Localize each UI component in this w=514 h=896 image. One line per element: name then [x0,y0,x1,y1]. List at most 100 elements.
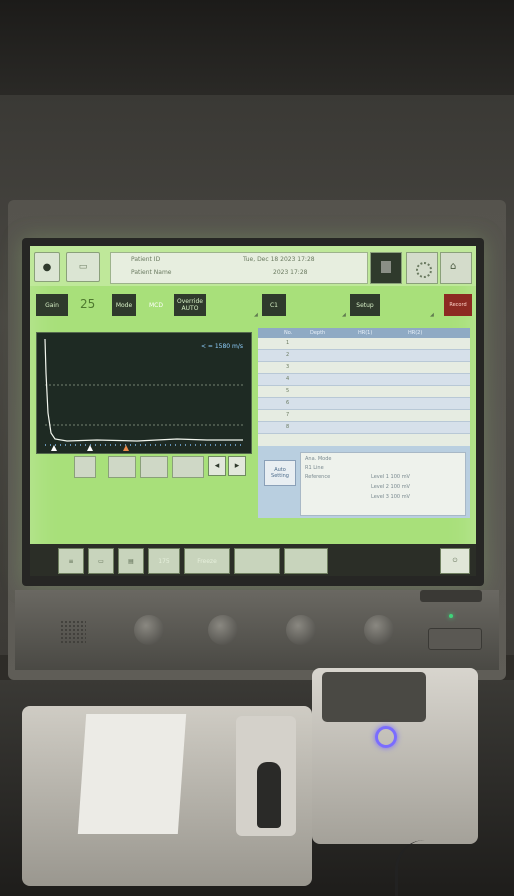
freeze-button[interactable]: Freeze [184,548,230,574]
speaker-grille [60,620,86,644]
table-row[interactable]: 2 [258,350,470,362]
row-index: 2 [286,352,290,358]
setup-button[interactable]: Setup [350,294,380,316]
control-tile-2[interactable] [108,456,136,478]
prev-button[interactable]: ◂ [208,456,226,476]
table-header-cell: HR(2) [408,330,423,336]
corner-tag: ◢ [342,312,346,318]
control-tile-1[interactable] [74,456,96,478]
detail-line: Ana. Mode [305,456,332,462]
details-panel: Auto Setting Ana. Mode R1 Line Reference… [258,446,470,518]
menu-icon: ≡ [68,557,74,565]
control-knob-1[interactable] [134,615,164,645]
settings-button[interactable] [406,252,438,284]
bottom-button-blank[interactable] [234,548,280,574]
table-row[interactable]: 5 [258,386,470,398]
table-row[interactable]: 6 [258,398,470,410]
gain-value: 25 [80,297,96,311]
power-button[interactable]: ⏻ [440,548,470,574]
row-index: 7 [286,412,290,418]
patient-line: Patient ID [131,256,161,263]
top-bar: ● ▭ Patient ID Patient Name Tue, Dec 18 … [30,246,476,286]
details-box: Ana. Mode R1 Line Reference Level 1 100 … [300,452,466,516]
control-tile-4[interactable] [172,456,204,478]
bottom-button-extra[interactable] [284,548,328,574]
profile-button[interactable]: ▭ [66,252,100,282]
mode-button[interactable]: Mode [112,294,136,316]
corner-tag: ◢ [254,312,258,318]
control-knob-2[interactable] [208,615,238,645]
table-header-cell: HR(1) [358,330,373,336]
arrow-left-icon: ◂ [214,461,220,471]
archive-button[interactable]: ▭ [88,548,114,574]
printer-icon [381,261,391,273]
row-index: 5 [286,388,290,394]
waveform-plot [44,338,243,451]
marker-middle [87,445,93,451]
exit-button[interactable]: ⌂ [440,252,472,284]
row-index: 4 [286,376,290,382]
paper-tape [77,714,187,834]
date-line: Tue, Dec 18 2023 17:28 [243,256,315,263]
table-header-cell: Depth [310,330,326,336]
next-button[interactable]: ▸ [228,456,246,476]
mode-value: MCD [149,301,163,309]
table-row[interactable]: 7 [258,410,470,422]
print-button[interactable]: ▤ [118,548,144,574]
row-index: 8 [286,424,290,430]
gear-icon [416,262,432,278]
name-line: Patient Name [131,269,172,276]
gain-button[interactable]: Gain [36,294,68,316]
c1-button[interactable]: C1 [262,294,286,316]
sub-line: 2023 17:28 [273,269,308,276]
table-header: No. Depth HR(1) HR(2) [258,328,470,338]
printer-button[interactable] [370,252,402,284]
detail-line: Level 1 100 mV [371,474,410,480]
table-row[interactable]: 8 [258,422,470,434]
print-icon: ▤ [128,557,134,565]
record-button[interactable]: Record [444,294,472,316]
patient-info-box[interactable]: Patient ID Patient Name Tue, Dec 18 2023… [110,252,368,284]
monitor-screen: ● ▭ Patient ID Patient Name Tue, Dec 18 … [30,246,476,576]
detail-line: Level 2 100 mV [371,484,410,490]
control-knob-4[interactable] [364,615,394,645]
folder-icon: ▭ [98,557,104,565]
table-row[interactable]: 3 [258,362,470,374]
detail-line: Level 3 100 mV [371,494,410,500]
ceiling [0,0,514,100]
control-row: Gain 25 Mode MCD Override AUTO C1 Setup … [30,290,476,320]
bottom-button-175[interactable]: 175 [148,548,180,574]
scale-readout: < = 1580 m/s [200,343,243,350]
detail-line: Reference [305,474,331,480]
home-icon: ● [42,261,52,273]
probe[interactable] [257,762,281,828]
id-card-icon: ▭ [78,262,88,272]
status-led [449,614,453,618]
display-window [322,672,426,722]
monitor-base [15,590,499,670]
arrow-right-icon: ▸ [234,461,240,471]
port-strip [420,590,482,602]
waveform-panel: < = 1580 m/s [36,332,252,454]
connector-port [428,628,482,650]
control-knob-3[interactable] [286,615,316,645]
menu-button[interactable]: ≡ [58,548,84,574]
table-header-cell: No. [284,330,293,336]
home-button[interactable]: ● [34,252,60,282]
power-ring-led[interactable] [375,726,397,748]
table-row[interactable]: 1 [258,338,470,350]
detail-line: R1 Line [305,465,324,471]
waveform-trace [44,338,243,442]
corner-tag: ◢ [430,312,434,318]
auto-setting-button[interactable]: Auto Setting [264,460,296,486]
marker-start [51,445,57,451]
results-table: No. Depth HR(1) HR(2) 1 2 3 4 5 6 7 8 [258,328,470,446]
table-row[interactable]: 4 [258,374,470,386]
control-tile-3[interactable] [140,456,168,478]
exit-icon: ⌂ [450,261,457,272]
row-index: 6 [286,400,290,406]
bottom-toolbar: ≡ ▭ ▤ 175 Freeze ⏻ [30,544,476,576]
marker-end [123,445,129,451]
row-index: 1 [286,340,290,346]
override-auto-button[interactable]: Override AUTO [174,294,206,316]
